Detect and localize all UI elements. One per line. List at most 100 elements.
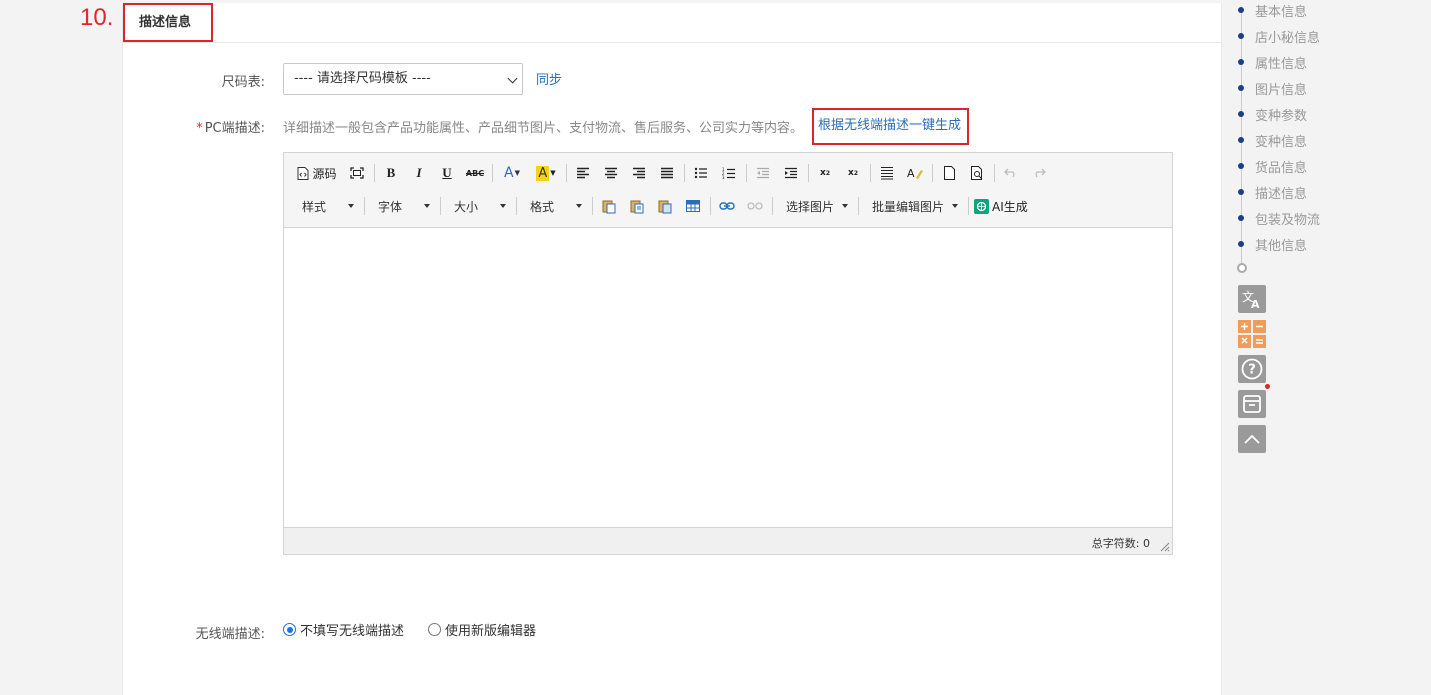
strikethrough-button[interactable]: ABC [464, 162, 486, 184]
ai-generate-label: AI生成 [992, 199, 1028, 214]
chevron-down-icon [507, 73, 518, 84]
toolbar-separator [492, 164, 493, 182]
ai-generate-button[interactable]: AI生成 [974, 195, 1028, 217]
toolbar-separator [968, 197, 970, 215]
sync-link[interactable]: 同步 [536, 69, 562, 88]
size-dropdown[interactable]: 大小 [446, 195, 510, 217]
nav-item-other-info[interactable]: 其他信息 [1236, 234, 1307, 254]
radio-label: 使用新版编辑器 [445, 624, 537, 639]
align-left-button[interactable] [572, 162, 594, 184]
table-button[interactable] [682, 195, 704, 217]
nav-item-goods-info[interactable]: 货品信息 [1236, 156, 1307, 176]
toolbar-separator [870, 164, 871, 182]
bullet-list-button[interactable] [690, 162, 712, 184]
redo-icon [1035, 168, 1046, 178]
nav-item-variant-info[interactable]: 变种信息 [1236, 130, 1307, 150]
horizontal-rule-icon [881, 167, 893, 180]
description-panel: 描述信息 尺码表: ---- 请选择尺码模板 ---- 同步 * PC端描述: 详… [122, 3, 1222, 695]
indent-icon [785, 167, 797, 179]
editor-content-area[interactable] [284, 228, 1172, 528]
radio-use-new-editor[interactable]: 使用新版编辑器 [428, 620, 536, 639]
highlight-button[interactable]: A ▼ [532, 162, 560, 184]
generate-from-mobile-link[interactable]: 根据无线端描述一键生成 [818, 118, 961, 133]
horizontal-rule-button[interactable] [876, 162, 898, 184]
preview-button[interactable] [966, 162, 988, 184]
paste-button[interactable] [598, 195, 620, 217]
paste-text-button[interactable] [626, 195, 648, 217]
batch-edit-image-dropdown[interactable]: 批量编辑图片 [864, 195, 962, 217]
nav-item-attribute-info[interactable]: 属性信息 [1236, 52, 1307, 72]
caret-down-icon [348, 204, 354, 208]
paste-icon [602, 200, 616, 213]
font-dropdown[interactable]: 字体 [370, 195, 434, 217]
char-count-label: 总字符数: [1091, 537, 1140, 550]
char-count-value: 0 [1143, 537, 1150, 550]
nav-item-packaging-logistics[interactable]: 包装及物流 [1236, 208, 1320, 228]
editor-statusbar: 总字符数: 0 [284, 528, 1172, 554]
nav-dot-icon [1238, 85, 1244, 91]
fullscreen-icon [350, 167, 364, 179]
link-button[interactable] [716, 195, 738, 217]
nav-item-label: 变种参数 [1255, 108, 1308, 124]
radio-label: 不填写无线端描述 [300, 624, 405, 639]
font-color-button[interactable]: A ▼ [498, 162, 526, 184]
undo-button[interactable] [1000, 162, 1022, 184]
outdent-button[interactable] [752, 162, 774, 184]
toolbar-separator [374, 164, 375, 182]
justify-button[interactable] [656, 162, 678, 184]
archive-button[interactable] [1238, 390, 1266, 418]
resize-handle-icon[interactable] [1160, 542, 1170, 552]
size-dropdown-label: 大小 [454, 199, 479, 214]
toolbar-separator [932, 164, 933, 182]
redo-button[interactable] [1028, 162, 1050, 184]
paste-word-icon [658, 200, 672, 213]
nav-dot-icon [1238, 163, 1244, 169]
underline-button[interactable]: U [436, 162, 458, 184]
italic-button[interactable]: I [408, 162, 430, 184]
help-icon: ? [1241, 358, 1263, 380]
superscript-button[interactable]: x2 [842, 162, 864, 184]
paste-word-button[interactable] [654, 195, 676, 217]
align-right-button[interactable] [628, 162, 650, 184]
clear-format-button[interactable]: A [904, 162, 926, 184]
indent-button[interactable] [780, 162, 802, 184]
format-dropdown[interactable]: 格式 [522, 195, 586, 217]
numbered-list-button[interactable]: 123 [718, 162, 740, 184]
bold-button[interactable]: B [380, 162, 402, 184]
size-template-select[interactable]: ---- 请选择尺码模板 ---- [283, 63, 523, 95]
nav-item-description-info[interactable]: 描述信息 [1236, 182, 1307, 202]
translate-button[interactable]: 文A [1238, 285, 1266, 313]
bullet-list-icon [694, 167, 707, 179]
unlink-button[interactable] [744, 195, 766, 217]
nav-item-basic-info[interactable]: 基本信息 [1236, 0, 1307, 20]
translate-icon: 文A [1242, 289, 1260, 309]
nav-item-label: 图片信息 [1255, 82, 1308, 98]
subscript-button[interactable]: x2 [814, 162, 836, 184]
caret-down-icon [842, 204, 849, 208]
nav-item-variant-params[interactable]: 变种参数 [1236, 104, 1307, 124]
section-title: 描述信息 [123, 3, 213, 42]
calculator-button[interactable] [1238, 320, 1266, 348]
style-dropdown[interactable]: 样式 [294, 195, 358, 217]
nav-item-dianxiaomi-info[interactable]: 店小秘信息 [1236, 26, 1320, 46]
toolbar-row-1: 源码 B I U ABC A ▼ A ▼ 123 x 2 x 2 A [294, 160, 1056, 186]
new-document-button[interactable] [938, 162, 960, 184]
source-button[interactable]: 源码 [294, 162, 340, 184]
highlight-icon: A [536, 165, 550, 181]
numbered-list-icon: 123 [722, 167, 735, 180]
align-center-icon [605, 167, 617, 179]
nav-item-label: 店小秘信息 [1255, 30, 1321, 46]
caret-down-icon [424, 204, 430, 208]
help-button[interactable]: ? [1238, 355, 1266, 383]
nav-item-image-info[interactable]: 图片信息 [1236, 78, 1307, 98]
back-to-top-button[interactable] [1238, 425, 1266, 453]
fullscreen-button[interactable] [346, 162, 368, 184]
nav-dot-icon [1238, 215, 1244, 221]
select-image-dropdown[interactable]: 选择图片 [778, 195, 852, 217]
paste-text-icon [630, 200, 644, 213]
align-center-button[interactable] [600, 162, 622, 184]
outdent-icon [757, 167, 769, 179]
radio-no-mobile-desc[interactable]: 不填写无线端描述 [283, 620, 404, 639]
calculator-icon [1238, 320, 1266, 348]
toolbar-separator [772, 197, 773, 215]
